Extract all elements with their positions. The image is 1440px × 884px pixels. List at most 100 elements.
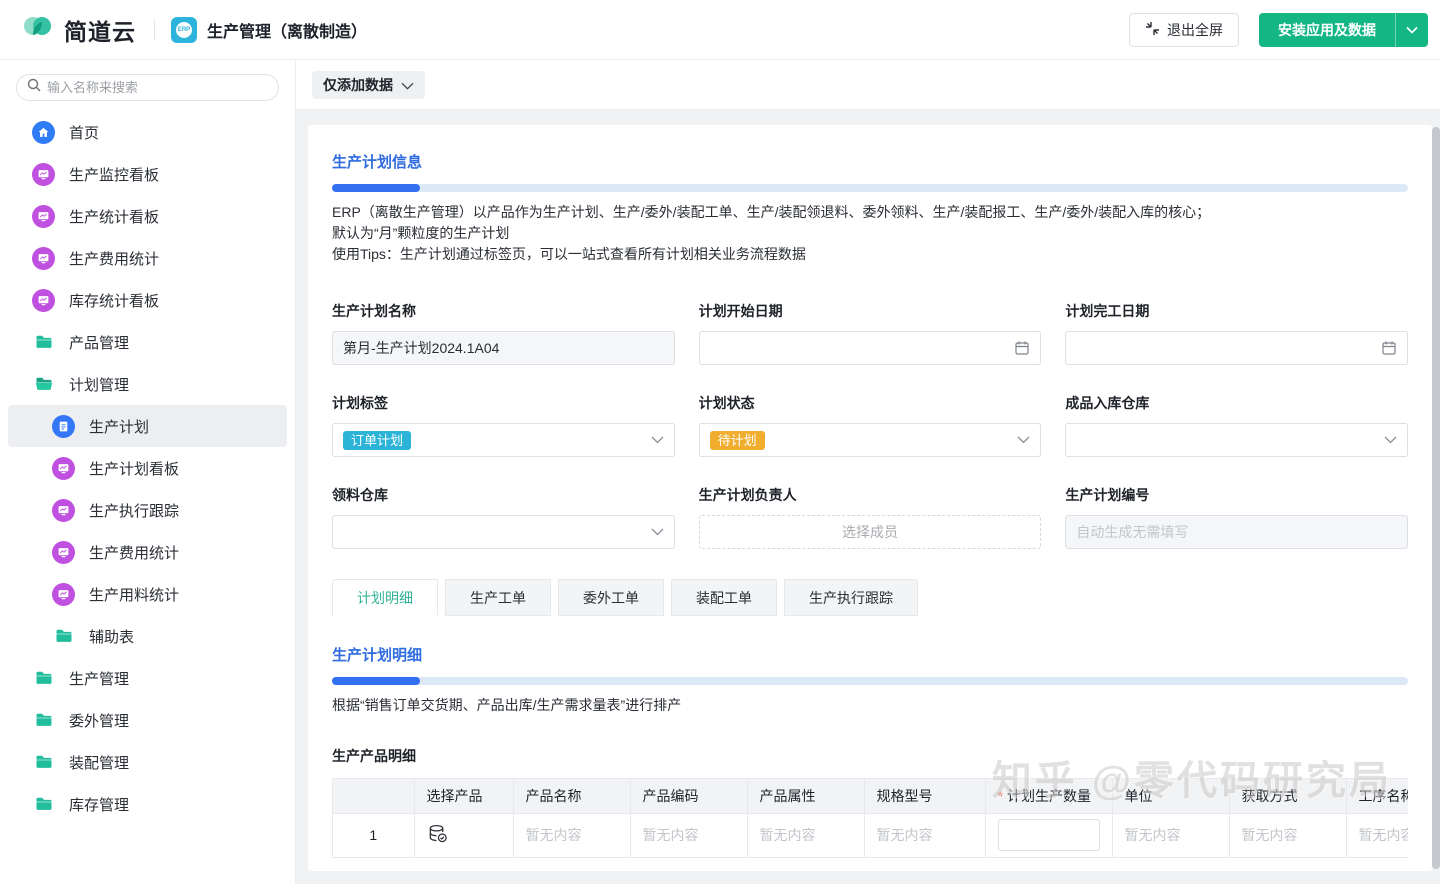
chevron-down-icon bbox=[1384, 436, 1397, 444]
folder-icon bbox=[32, 331, 55, 354]
section-plan-detail: 生产计划明细 根据“销售订单交货期、产品出库/生产需求量表”进行排产 bbox=[332, 644, 1408, 716]
tab-plan-detail[interactable]: 计划明细 bbox=[332, 579, 438, 616]
sidebar-item-production-cost-stats[interactable]: 生产费用统计 bbox=[8, 237, 287, 279]
finished-warehouse-select[interactable] bbox=[1065, 423, 1408, 457]
sidebar-item-production-cost-stats-sub[interactable]: 生产费用统计 bbox=[8, 531, 287, 573]
install-dropdown-button[interactable] bbox=[1395, 13, 1428, 47]
sidebar-item-home[interactable]: 首页 bbox=[8, 111, 287, 153]
description-line: 默认为“月”颗粒度的生产计划 bbox=[332, 223, 1408, 244]
app-root: 简道云 ERP 生产管理（离散制造） 退出全屏 安装应用及数据 bbox=[0, 0, 1440, 884]
sidebar-item-product-management[interactable]: 产品管理 bbox=[8, 321, 287, 363]
app-icon: ERP bbox=[171, 17, 197, 43]
brand-name: 简道云 bbox=[64, 13, 136, 47]
column-header-product-attr: 产品属性 bbox=[747, 779, 864, 813]
plan-name-input[interactable]: 第月-生产计划2024.1A04 bbox=[332, 331, 675, 365]
sidebar-item-label: 计划管理 bbox=[69, 374, 129, 395]
header-divider bbox=[154, 19, 155, 41]
column-header-product-name: 产品名称 bbox=[513, 779, 630, 813]
scrollbar-thumb[interactable] bbox=[1432, 127, 1440, 869]
chevron-down-icon bbox=[651, 528, 664, 536]
chevron-down-icon bbox=[1017, 436, 1030, 444]
section-progress-fill bbox=[332, 184, 420, 192]
dashboard-icon bbox=[52, 541, 75, 564]
sidebar-item-inventory-management[interactable]: 库存管理 bbox=[8, 783, 287, 825]
dashboard-icon bbox=[32, 289, 55, 312]
brand-logo[interactable]: 简道云 bbox=[20, 9, 136, 50]
calendar-icon bbox=[1014, 340, 1030, 356]
sidebar-item-label: 生产管理 bbox=[69, 668, 129, 689]
folder-icon bbox=[32, 667, 55, 690]
plan-qty-input[interactable] bbox=[998, 819, 1100, 851]
top-header: 简道云 ERP 生产管理（离散制造） 退出全屏 安装应用及数据 bbox=[0, 0, 1440, 60]
field-label: 成品入库仓库 bbox=[1065, 393, 1408, 413]
sidebar-item-label: 库存管理 bbox=[69, 794, 129, 815]
tab-assembly-workorder[interactable]: 装配工单 bbox=[671, 579, 777, 616]
tab-execution-tracking[interactable]: 生产执行跟踪 bbox=[784, 579, 918, 616]
plan-tag-select[interactable]: 订单计划 bbox=[332, 423, 675, 457]
sidebar-item-label: 生产费用统计 bbox=[89, 542, 179, 563]
form-fields: 生产计划名称 第月-生产计划2024.1A04 计划开始日期 计划完工日期 bbox=[332, 301, 1408, 549]
field-owner: 生产计划负责人 选择成员 bbox=[699, 485, 1042, 549]
folder-icon bbox=[52, 625, 75, 648]
sidebar-item-auxiliary-tables[interactable]: 辅助表 bbox=[8, 615, 287, 657]
tab-outsourcing-workorder[interactable]: 委外工单 bbox=[558, 579, 664, 616]
dashboard-icon bbox=[52, 499, 75, 522]
select-member-button[interactable]: 选择成员 bbox=[699, 515, 1042, 549]
row-index-cell: 1 bbox=[333, 813, 414, 857]
table-row: 1 bbox=[333, 813, 1408, 857]
chevron-down-icon bbox=[1406, 22, 1418, 37]
sidebar-item-outsourcing-management[interactable]: 委外管理 bbox=[8, 699, 287, 741]
description-line: 使用Tips：生产计划通过标签页，可以一站式查看所有计划相关业务流程数据 bbox=[332, 244, 1408, 265]
column-header-index bbox=[333, 779, 414, 813]
exit-fullscreen-icon bbox=[1145, 21, 1160, 39]
chevron-down-icon bbox=[401, 77, 414, 93]
form-card: 生产计划信息 ERP（离散生产管理）以产品作为生产计划、生产/委外/装配工单、生… bbox=[308, 125, 1432, 871]
field-label: 计划完工日期 bbox=[1065, 301, 1408, 321]
field-label: 生产计划编号 bbox=[1065, 485, 1408, 505]
section-description: ERP（离散生产管理）以产品作为生产计划、生产/委外/装配工单、生产/装配领退料… bbox=[332, 202, 1408, 265]
sidebar-item-production-monitor-board[interactable]: 生产监控看板 bbox=[8, 153, 287, 195]
folder-icon bbox=[32, 793, 55, 816]
product-detail-table: 选择产品 产品名称 产品编码 产品属性 规格型号 *计划生产数量 单位 获取方式… bbox=[332, 778, 1408, 858]
sidebar-item-production-execution-tracking[interactable]: 生产执行跟踪 bbox=[8, 489, 287, 531]
calendar-icon bbox=[1381, 340, 1397, 356]
finish-date-input[interactable] bbox=[1065, 331, 1408, 365]
brand-leaf-icon bbox=[20, 9, 56, 50]
sidebar-item-assembly-management[interactable]: 装配管理 bbox=[8, 741, 287, 783]
folder-open-icon bbox=[32, 373, 55, 396]
sidebar-item-production-stats-board[interactable]: 生产统计看板 bbox=[8, 195, 287, 237]
start-date-input[interactable] bbox=[699, 331, 1042, 365]
dashboard-icon bbox=[52, 583, 75, 606]
column-header-process-name: 工序名称 bbox=[1346, 779, 1408, 813]
product-attr-cell: 暂无内容 bbox=[747, 813, 864, 857]
sidebar-search[interactable] bbox=[16, 74, 279, 101]
sidebar-item-production-plan[interactable]: 生产计划 bbox=[8, 405, 287, 447]
field-start-date: 计划开始日期 bbox=[699, 301, 1042, 365]
sidebar-item-plan-management[interactable]: 计划管理 bbox=[8, 363, 287, 405]
main-area: 仅添加数据 生产计划信息 ERP（离散生产管理）以产品作为生产计划、生产/委外/… bbox=[296, 60, 1440, 884]
page-scrollbar[interactable] bbox=[1432, 125, 1440, 884]
sidebar-item-inventory-stats-board[interactable]: 库存统计看板 bbox=[8, 279, 287, 321]
data-mode-dropdown[interactable]: 仅添加数据 bbox=[312, 71, 425, 99]
search-input[interactable] bbox=[47, 80, 268, 95]
install-app-button[interactable]: 安装应用及数据 bbox=[1259, 13, 1395, 47]
field-label: 计划状态 bbox=[699, 393, 1042, 413]
sidebar-nav: 首页 生产监控看板 生产统计看板 生产费用统计 bbox=[0, 111, 295, 825]
plan-status-select[interactable]: 待计划 bbox=[699, 423, 1042, 457]
select-product-cell[interactable] bbox=[414, 813, 513, 857]
product-detail-table-title: 生产产品明细 bbox=[332, 746, 1408, 766]
section-progress-bar bbox=[332, 677, 1408, 685]
sidebar-item-label: 生产统计看板 bbox=[69, 206, 159, 227]
section-title-plan-detail: 生产计划明细 bbox=[332, 644, 1408, 665]
sidebar-item-production-plan-board[interactable]: 生产计划看板 bbox=[8, 447, 287, 489]
sidebar-item-production-management[interactable]: 生产管理 bbox=[8, 657, 287, 699]
picking-warehouse-select[interactable] bbox=[332, 515, 675, 549]
exit-fullscreen-button[interactable]: 退出全屏 bbox=[1129, 13, 1239, 47]
dashboard-icon bbox=[52, 457, 75, 480]
sidebar-item-production-material-stats[interactable]: 生产用料统计 bbox=[8, 573, 287, 615]
column-header-product-code: 产品编码 bbox=[630, 779, 747, 813]
plan-status-chip: 待计划 bbox=[710, 431, 765, 450]
tab-production-workorder[interactable]: 生产工单 bbox=[445, 579, 551, 616]
plan-name-value: 第月-生产计划2024.1A04 bbox=[343, 338, 499, 358]
acquire-method-cell: 暂无内容 bbox=[1229, 813, 1346, 857]
